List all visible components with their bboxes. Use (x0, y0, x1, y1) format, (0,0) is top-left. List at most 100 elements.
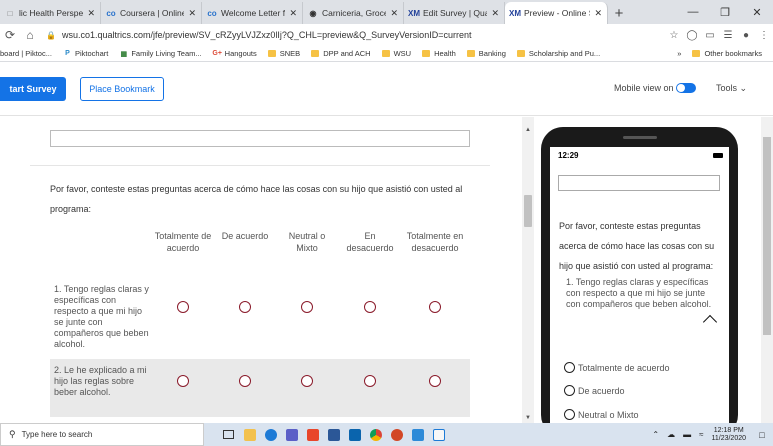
puzzle-icon[interactable]: ☰ (719, 30, 737, 41)
avatar[interactable]: ● (737, 30, 755, 41)
browser-tab[interactable]: XMPreview - Online Surve ✕ (505, 2, 608, 24)
close-icon[interactable]: ✕ (188, 8, 196, 19)
new-tab-button[interactable]: + (608, 2, 630, 24)
browser-tab[interactable]: ◉ Carniceria, Grocery Stor ✕ (303, 2, 404, 24)
battery-icon[interactable]: ▬ (683, 430, 691, 439)
chrome-icon[interactable] (365, 423, 386, 446)
matrix-row-label: 2. Le he explicado a mi hijo las reglas … (54, 365, 147, 397)
taskbar-clock[interactable]: 12:18 PM 11/23/2020 (711, 427, 746, 443)
mobile-question-intro: Por favor, conteste estas preguntas acer… (559, 221, 715, 271)
radio-button[interactable] (429, 375, 441, 387)
browser-tab[interactable]: XMEdit Survey | Qualtrics S ✕ (404, 2, 505, 24)
bookmark-item[interactable]: P Piktochart (63, 49, 108, 58)
chevron-up-icon[interactable]: ⌃ (652, 430, 659, 439)
mobile-choice-label: Neutral o Mixto (578, 409, 639, 420)
bookmark-label: Banking (478, 49, 506, 58)
taskbar-search[interactable]: ⚲ Type here to search (0, 423, 204, 446)
close-icon[interactable]: ✕ (741, 0, 773, 24)
cast-icon[interactable]: ▭ (701, 30, 719, 41)
column-header: Neutral o Mixto (288, 231, 326, 253)
notification-icon[interactable]: □ (754, 430, 770, 440)
lock-icon: 🔒 (46, 30, 56, 40)
preview-scroll-thumb[interactable] (763, 137, 771, 335)
file-explorer-icon[interactable] (239, 423, 260, 446)
task-view-icon[interactable] (218, 423, 239, 446)
chevron-up-icon[interactable] (702, 314, 718, 330)
home-icon[interactable]: ⌂ (20, 28, 40, 42)
tab-strip: □lic Health Perspecti✕coCoursera | Onlin… (0, 0, 773, 24)
radio-button[interactable] (564, 385, 575, 396)
menu-icon[interactable]: ⋮ (755, 30, 773, 41)
bookmarks-more-button[interactable]: » (677, 49, 681, 58)
bookmark-item[interactable]: WSU (381, 49, 411, 58)
scroll-up-icon[interactable]: ▲ (525, 127, 531, 133)
radio-button[interactable] (364, 301, 376, 313)
place-bookmark-button[interactable]: Place Bookmark (80, 77, 164, 101)
radio-button[interactable] (564, 362, 575, 373)
mobile-choice-option[interactable]: Totalmente de acuerdo (564, 362, 670, 373)
close-icon[interactable]: ✕ (390, 8, 398, 19)
text-entry-field[interactable] (50, 130, 470, 147)
phone-frame: 12:29 Por favor, conteste estas pregunta… (541, 127, 738, 437)
wifi-icon[interactable]: ≈ (699, 430, 703, 439)
bookmark-item[interactable]: Banking (466, 49, 506, 58)
url-field[interactable]: 🔒 wsu.co1.qualtrics.com/jfe/preview/SV_c… (46, 26, 659, 44)
radio-button[interactable] (564, 409, 575, 420)
taskbar-search-placeholder: Type here to search (21, 430, 93, 439)
bookmark-label: Piktochart (74, 49, 109, 58)
close-icon[interactable]: ✕ (594, 8, 602, 19)
teams-icon[interactable] (281, 423, 302, 446)
browser-tab[interactable]: □ lic Health Perspecti✕ (0, 2, 101, 24)
radio-button[interactable] (301, 375, 313, 387)
browser-tab[interactable]: co Welcome Letter from Pr✕ (202, 2, 303, 24)
reload-icon[interactable]: ⟳ (0, 28, 20, 42)
other-bookmarks[interactable]: Other bookmarks (692, 49, 762, 58)
mobile-choice-option[interactable]: Neutral o Mixto (564, 409, 639, 420)
close-icon[interactable]: ✕ (289, 8, 297, 19)
outlook-icon[interactable] (344, 423, 365, 446)
radio-button[interactable] (239, 301, 251, 313)
photos-icon[interactable] (407, 423, 428, 446)
radio-button[interactable] (239, 375, 251, 387)
edge-icon[interactable] (260, 423, 281, 446)
snip-icon[interactable] (428, 423, 449, 446)
survey-scrollbar[interactable]: ▲ ▼ (522, 117, 534, 423)
bookmark-item[interactable]: DPP and ACH (311, 49, 371, 58)
mobile-choice-option[interactable]: De acuerdo (564, 385, 625, 396)
minimize-icon[interactable]: — (677, 0, 709, 24)
mobile-text-entry-field[interactable] (558, 175, 720, 191)
google-plus-icon: G+ (212, 50, 222, 57)
close-icon[interactable]: ✕ (87, 8, 95, 19)
bookmark-item[interactable]: Health (422, 49, 456, 58)
bookmark-item[interactable]: SNEB (267, 49, 300, 58)
powerpoint-icon[interactable] (386, 423, 407, 446)
scroll-thumb[interactable] (524, 195, 532, 227)
word-icon[interactable] (323, 423, 344, 446)
scroll-down-icon[interactable]: ▼ (525, 415, 531, 421)
mobile-choice-label: Totalmente de acuerdo (578, 362, 670, 373)
globe-icon: ◉ (309, 8, 317, 18)
mobile-view-toggle[interactable] (676, 83, 696, 93)
tools-menu[interactable]: Tools ⌄ (716, 83, 747, 94)
close-icon[interactable]: ✕ (491, 8, 499, 19)
window-controls: — ❐ ✕ (677, 0, 773, 24)
onedrive-icon[interactable]: ☁ (667, 430, 675, 439)
start-survey-button[interactable]: tart Survey (0, 77, 66, 101)
radio-button[interactable] (301, 301, 313, 313)
bookmark-item[interactable]: Scholarship and Pu... (516, 49, 600, 58)
star-icon[interactable]: ☆ (665, 30, 683, 41)
browser-tab[interactable]: co Coursera | Online Cour✕ (101, 2, 202, 24)
chevron-down-icon: ⌄ (739, 83, 748, 93)
bookmark-item[interactable]: board | Piktoc... (0, 49, 52, 58)
radio-button[interactable] (429, 301, 441, 313)
bookmark-item[interactable]: G+ Hangouts (212, 49, 256, 58)
radio-button[interactable] (364, 375, 376, 387)
extension-icon[interactable]: ◯ (683, 30, 701, 41)
office-icon[interactable] (302, 423, 323, 446)
radio-button[interactable] (177, 301, 189, 313)
mobile-preview-area: 12:29 Por favor, conteste estas pregunta… (534, 117, 773, 437)
radio-button[interactable] (177, 375, 189, 387)
preview-scrollbar[interactable] (761, 117, 773, 423)
bookmark-item[interactable]: ▦ Family Living Team... (119, 49, 202, 58)
maximize-icon[interactable]: ❐ (709, 0, 741, 24)
